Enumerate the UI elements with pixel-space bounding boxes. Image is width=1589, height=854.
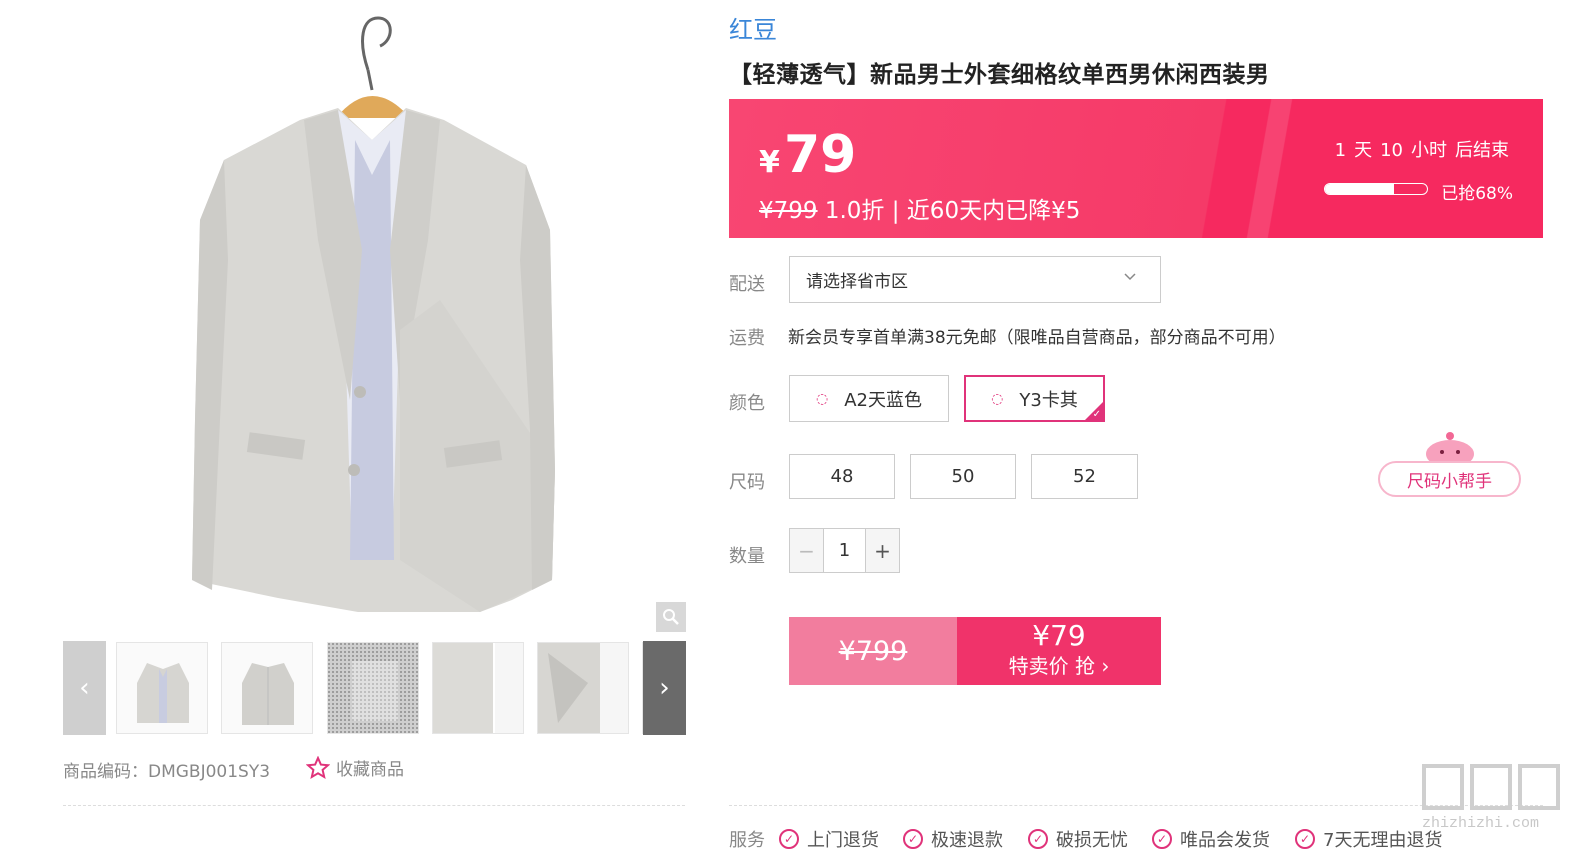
service-item: ✓ 唯品会发货 <box>1152 826 1270 852</box>
quantity-decrease-button[interactable]: − <box>790 529 823 572</box>
thumbnail-detail[interactable] <box>432 642 524 734</box>
size-option-label: 48 <box>830 466 854 487</box>
original-price: ¥799 <box>759 198 818 224</box>
thumbnail-fabric[interactable] <box>327 642 419 734</box>
size-label: 尺码 <box>729 472 765 493</box>
thumbnail-front[interactable] <box>116 642 208 734</box>
size-helper-label: 尺码小帮手 <box>1407 471 1492 492</box>
product-code: 商品编码：DMGBJ001SY3 <box>63 762 271 782</box>
check-circle-icon: ✓ <box>1152 829 1172 849</box>
countdown-hours: 10 <box>1380 140 1403 161</box>
region-select[interactable]: 请选择省市区 <box>789 256 1161 303</box>
original-price-block: ¥799 <box>789 617 957 685</box>
countdown-suffix: 后结束 <box>1455 140 1509 161</box>
chevron-down-icon <box>1124 269 1136 285</box>
color-label: 颜色 <box>729 393 765 414</box>
loading-icon: ◌ <box>991 390 1003 407</box>
thumbnail-back[interactable] <box>221 642 313 734</box>
check-circle-icon: ✓ <box>1295 829 1315 849</box>
watermark-logo: zhizhizhi.com <box>1418 760 1563 854</box>
countdown-hour-unit: 小时 <box>1411 140 1447 161</box>
brand-link[interactable]: 红豆 <box>729 10 777 45</box>
product-title: 【轻薄透气】新品男士外套细格纹单西男休闲西装男 <box>729 62 1270 88</box>
mascot-icon <box>1423 430 1477 468</box>
size-option-48[interactable]: 48 <box>789 454 895 499</box>
size-helper-button[interactable]: 尺码小帮手 <box>1378 461 1521 497</box>
chevron-left-icon: ‹ <box>79 673 90 703</box>
favorite-button[interactable]: 收藏商品 <box>306 755 404 780</box>
sold-progress-bar <box>1324 183 1428 195</box>
sold-percent: 已抢68% <box>1441 184 1513 204</box>
color-option-label: A2天蓝色 <box>844 389 922 411</box>
check-circle-icon: ✓ <box>1028 829 1048 849</box>
buy-original-price: ¥799 <box>838 635 908 667</box>
quantity-increase-button[interactable]: + <box>866 529 899 572</box>
countdown-days: 1 <box>1334 140 1347 161</box>
thumbnail-prev-button[interactable]: ‹ <box>63 641 106 735</box>
check-circle-icon: ✓ <box>779 829 799 849</box>
shipping-fee-label: 运费 <box>729 328 765 349</box>
color-option-label: Y3卡其 <box>1019 389 1078 411</box>
shipping-fee-text: 新会员专享首单满38元免邮（限唯品自营商品，部分商品不可用） <box>788 328 1286 348</box>
service-label: 上门退货 <box>807 830 879 851</box>
countdown-day-unit: 天 <box>1354 140 1373 161</box>
loading-icon: ◌ <box>816 390 828 407</box>
services-label: 服务 <box>729 830 765 851</box>
main-product-image[interactable] <box>100 0 690 640</box>
star-icon <box>306 755 330 779</box>
service-label: 破损无忧 <box>1056 830 1128 851</box>
price-banner: ¥ 79 ¥799 1.0折 | 近60天内已降¥5 1 天 10 小时 后结束 已抢6… <box>729 99 1543 238</box>
magnifier-icon <box>663 609 679 625</box>
currency-symbol: ¥ <box>759 145 780 180</box>
size-option-label: 50 <box>951 466 975 487</box>
region-select-value: 请选择省市区 <box>806 272 908 292</box>
size-option-52[interactable]: 52 <box>1031 454 1138 499</box>
minus-icon: − <box>798 538 815 563</box>
watermark-text: zhizhizhi.com <box>1422 815 1540 832</box>
color-option-khaki[interactable]: ◌ Y3卡其 ✓ <box>964 375 1105 422</box>
discount-info: 1.0折 | 近60天内已降¥5 <box>817 198 1081 224</box>
quantity-value: 1 <box>838 540 851 561</box>
thumbnail-lapel[interactable] <box>537 642 629 734</box>
size-option-50[interactable]: 50 <box>910 454 1016 499</box>
buy-sale-label: 特卖价 抢 › <box>1008 654 1110 678</box>
sale-price: 79 <box>784 125 857 185</box>
delivery-label: 配送 <box>729 274 765 295</box>
service-item: ✓ 上门退货 <box>779 826 879 852</box>
buy-sale-price: ¥79 <box>1032 619 1086 652</box>
price-detail: ¥799 1.0折 | 近60天内已降¥5 <box>759 191 1080 225</box>
divider <box>63 805 685 806</box>
service-item: ✓ 破损无忧 <box>1028 826 1128 852</box>
service-item: ✓ 极速退款 <box>903 826 1003 852</box>
quantity-input[interactable]: 1 <box>823 529 866 572</box>
service-label: 唯品会发货 <box>1180 830 1270 851</box>
color-option-sky-blue[interactable]: ◌ A2天蓝色 <box>789 375 949 422</box>
plus-icon: + <box>874 538 891 563</box>
buy-now-button[interactable]: ¥79 特卖价 抢 › <box>957 617 1161 685</box>
quantity-label: 数量 <box>729 546 765 567</box>
sold-progress-fill <box>1325 184 1395 194</box>
quantity-stepper: − 1 + <box>789 528 900 573</box>
favorite-label: 收藏商品 <box>336 760 404 780</box>
countdown: 1 天 10 小时 后结束 <box>1331 136 1513 162</box>
size-option-label: 52 <box>1073 466 1096 487</box>
chevron-right-icon: › <box>659 673 670 703</box>
service-label: 极速退款 <box>931 830 1003 851</box>
check-icon: ✓ <box>1092 409 1101 420</box>
zoom-button[interactable] <box>656 602 686 632</box>
check-circle-icon: ✓ <box>903 829 923 849</box>
thumbnail-next-button[interactable]: › <box>643 641 686 735</box>
